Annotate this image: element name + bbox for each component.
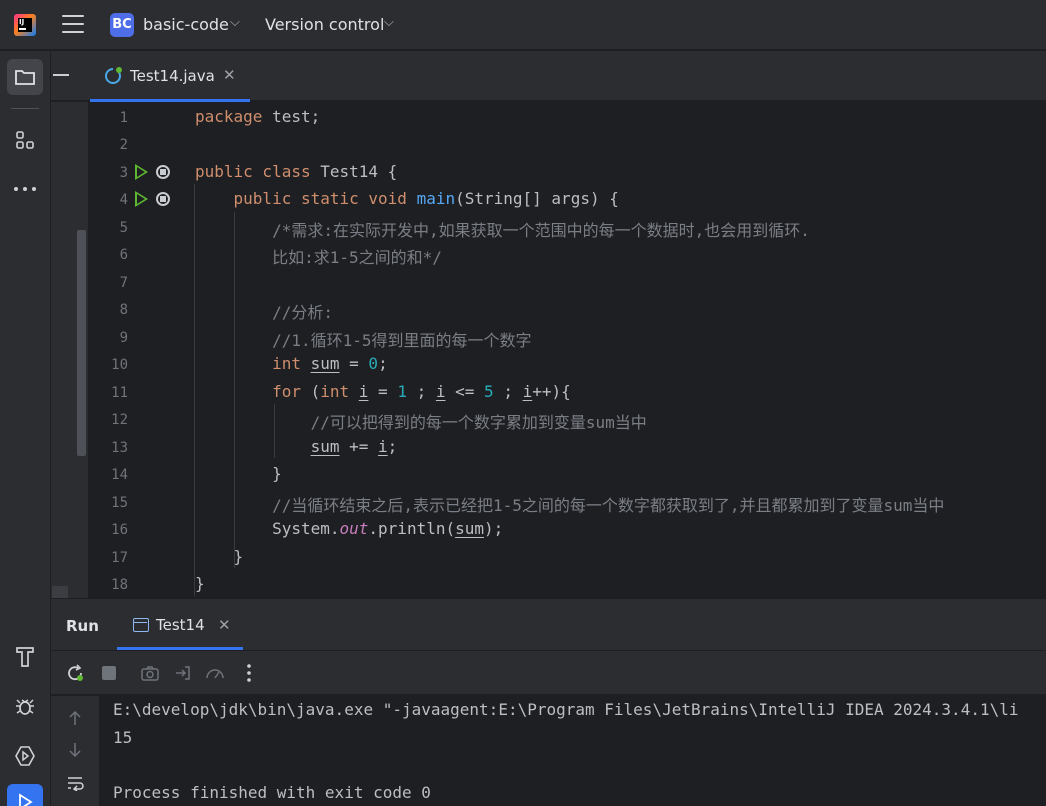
code-line: 18 }	[88, 571, 1046, 598]
line-number: 3	[119, 165, 128, 181]
close-icon[interactable]: ✕	[223, 66, 236, 84]
line-number: 6	[119, 247, 128, 263]
title-bar: IJ BC basic-code ⌵ Version control ⌵	[0, 0, 1046, 50]
line-number: 13	[111, 440, 128, 456]
build-hammer-icon[interactable]	[7, 639, 43, 675]
code-line: 10 int sum = 0;	[88, 351, 1046, 378]
line-number: 2	[119, 137, 128, 153]
soft-wrap-icon[interactable]	[64, 772, 86, 794]
collapse-icon[interactable]	[53, 74, 69, 76]
line-number: 18	[111, 577, 128, 593]
code-line: 9 //1.循环1-5得到里面的每一个数字	[88, 324, 1046, 351]
line-number: 10	[111, 357, 128, 373]
line-number: 14	[111, 467, 128, 483]
console-icon	[133, 618, 149, 632]
code-editor[interactable]: 1 package test; 2 3 public class Test14 …	[88, 102, 1046, 598]
run-toolbar	[51, 651, 1046, 695]
code-line: 6 比如:求1-5之间的和*/	[88, 241, 1046, 268]
line-number: 8	[119, 302, 128, 318]
console-line: 15	[113, 728, 133, 747]
line-number: 1	[119, 110, 128, 126]
code-line: 1 package test;	[88, 104, 1046, 131]
project-selector[interactable]: basic-code	[143, 15, 229, 34]
code-line: 11 for (int i = 1 ; i <= 5 ; i++){	[88, 379, 1046, 406]
camera-icon[interactable]	[139, 662, 161, 684]
active-tab-indicator	[117, 647, 243, 650]
code-line: 8 //分析:	[88, 296, 1046, 323]
line-number: 7	[119, 275, 128, 291]
more-tools-icon[interactable]	[7, 171, 43, 207]
intellij-logo-icon[interactable]: IJ	[14, 14, 36, 36]
console-line: E:\develop\jdk\bin\java.exe "-javaagent:…	[113, 700, 1019, 719]
close-icon[interactable]: ✕	[218, 616, 231, 634]
line-number: 15	[111, 495, 128, 511]
services-icon[interactable]	[7, 738, 43, 774]
code-line: 7	[88, 269, 1046, 296]
code-line: 4 public static void main(String[] args)…	[88, 186, 1046, 213]
run-gutter-icon[interactable]	[135, 164, 148, 180]
tab-label: Test14.java	[130, 67, 215, 85]
code-line: 15 //当循环结束之后,表示已经把1-5之间的每一个数字都获取到了,并且都累加…	[88, 489, 1046, 516]
rerun-icon[interactable]	[64, 662, 86, 684]
line-number: 11	[111, 385, 128, 401]
debug-bug-icon[interactable]	[7, 688, 43, 724]
line-number: 4	[119, 192, 128, 208]
project-folder-icon[interactable]	[7, 59, 43, 95]
code-line: 5 /*需求:在实际开发中,如果获取一个范围中的每一个数据时,也会用到循环.	[88, 214, 1046, 241]
code-line: 14 }	[88, 461, 1046, 488]
java-class-icon	[105, 67, 122, 84]
line-number: 17	[111, 550, 128, 566]
toolbar-divider	[11, 108, 39, 109]
stop-icon[interactable]	[98, 662, 120, 684]
code-line: 13 sum += i;	[88, 434, 1046, 461]
line-number: 5	[119, 220, 128, 236]
console-output[interactable]: E:\develop\jdk\bin\java.exe "-javaagent:…	[99, 696, 1046, 806]
project-badge[interactable]: BC	[110, 13, 134, 37]
code-line: 12 //可以把得到的每一个数字累加到变量sum当中	[88, 406, 1046, 433]
tab-test14-java[interactable]: Test14.java ✕	[90, 51, 250, 102]
chevron-down-icon[interactable]: ⌵	[384, 15, 394, 30]
code-line: 17 }	[88, 544, 1046, 571]
code-line: 3 public class Test14 {	[88, 159, 1046, 186]
line-number: 16	[111, 522, 128, 538]
code-line: 2	[88, 131, 1046, 158]
exit-icon[interactable]	[172, 662, 194, 684]
run-panel-title: Run	[66, 617, 99, 635]
line-number: 9	[119, 330, 128, 346]
code-line: 16 System.out.println(sum);	[88, 516, 1046, 543]
run-gutter-icon[interactable]	[135, 191, 148, 207]
tab-run-test14[interactable]: Test14	[156, 616, 205, 634]
profiler-icon[interactable]	[204, 662, 226, 684]
scrollbar-stub	[52, 586, 68, 598]
main-menu-icon[interactable]	[62, 15, 84, 35]
breakpoint-icon[interactable]	[156, 165, 170, 179]
structure-icon[interactable]	[7, 122, 43, 158]
breakpoint-icon[interactable]	[156, 192, 170, 206]
version-control-menu[interactable]: Version control	[265, 15, 384, 34]
run-tool-icon[interactable]	[7, 784, 43, 806]
chevron-down-icon[interactable]: ⌵	[230, 15, 240, 30]
scrollbar-thumb[interactable]	[77, 230, 86, 456]
arrow-down-icon[interactable]	[64, 739, 86, 761]
console-line: Process finished with exit code 0	[113, 783, 431, 802]
more-options-icon[interactable]	[238, 662, 260, 684]
line-number: 12	[111, 412, 128, 428]
arrow-up-icon[interactable]	[64, 707, 86, 729]
